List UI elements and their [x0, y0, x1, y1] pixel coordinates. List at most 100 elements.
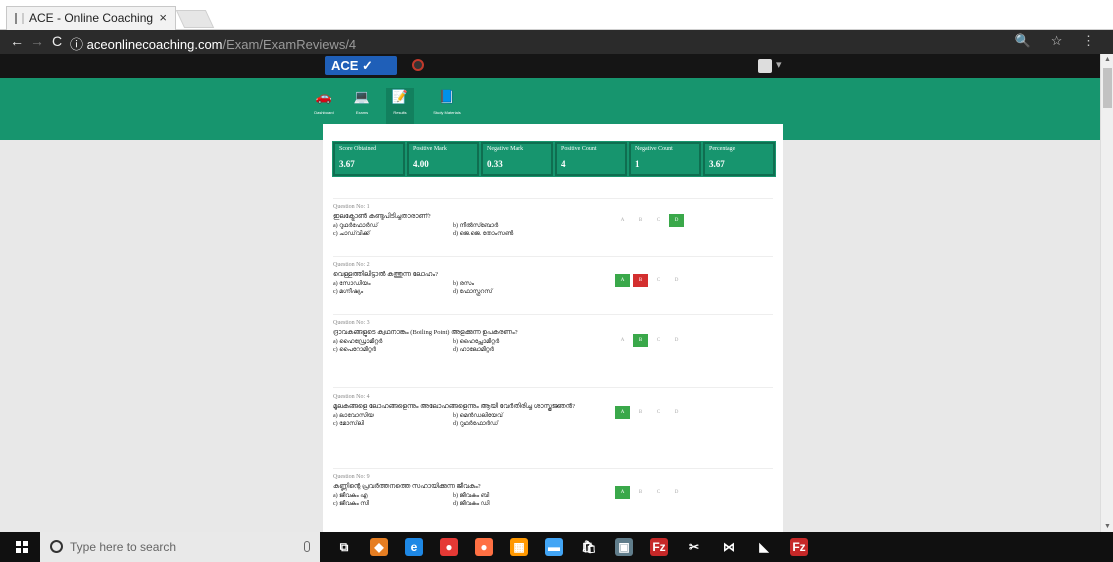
question-number: Question No: 2: [333, 262, 370, 268]
answer-choice-a[interactable]: A: [615, 334, 630, 347]
score-summary: Score Obtained 3.67 Positive Mark 4.00 Negat…: [332, 141, 776, 177]
explorer-icon[interactable]: ▬: [545, 538, 563, 556]
option-text: b) രസം: [453, 281, 475, 287]
answer-choice-b[interactable]: B: [633, 274, 648, 287]
answer-choices: ABCD: [615, 334, 684, 347]
stat-box: Negative Mark 0.33: [480, 141, 554, 177]
stat-value: 3.67: [709, 159, 725, 169]
windows-start-icon[interactable]: [16, 541, 28, 553]
option-text: c) മോസ്‌ലി: [333, 421, 364, 427]
taskbar-search[interactable]: Type here to search: [40, 532, 320, 562]
answer-choice-c[interactable]: C: [651, 486, 666, 499]
question-number: Question No: 9: [333, 474, 370, 480]
monitor-icon[interactable]: ▣: [615, 538, 633, 556]
page-scrollbar[interactable]: ▲ ▼: [1100, 54, 1113, 532]
forward-icon[interactable]: →: [30, 33, 44, 49]
question-number: Question No: 3: [333, 320, 370, 326]
option-text: d) ഹാലോമീറ്റർ: [453, 347, 494, 353]
option-text: b) ഹൈപ്സോമീറ്റർ: [453, 339, 500, 345]
option-text: d) റുഥർഫോർഡ്: [453, 421, 499, 427]
scroll-thumb[interactable]: [1103, 68, 1112, 108]
answer-choice-a[interactable]: A: [615, 406, 630, 419]
filezilla-icon[interactable]: Fz: [650, 538, 668, 556]
edge-icon[interactable]: e: [405, 538, 423, 556]
option-text: a) റുഥർഫോർഡ്: [333, 223, 378, 229]
task-view-icon[interactable]: ⧉: [335, 538, 353, 556]
answer-choice-b[interactable]: B: [633, 486, 648, 499]
laptop-icon: 💻: [353, 89, 371, 104]
answer-choice-c[interactable]: C: [651, 334, 666, 347]
menu-item-label: Results: [393, 110, 407, 115]
store-icon[interactable]: 🛍: [580, 538, 598, 556]
search-placeholder: Type here to search: [70, 540, 177, 554]
book-icon: 📘: [438, 89, 456, 104]
stat-value: 4: [561, 159, 566, 169]
answer-choice-b[interactable]: B: [633, 334, 648, 347]
option-text: d) ജെ.ജെ. തോംസൺ: [453, 231, 514, 237]
question-text: ദ്രാവകങ്ങളുടെ ക്വഥനാങ്കം (Boiling Point)…: [333, 329, 518, 336]
chrome-icon[interactable]: ●: [440, 538, 458, 556]
ace-logo[interactable]: ACE ✓: [325, 56, 397, 75]
answer-choice-c[interactable]: C: [651, 214, 666, 227]
answer-choice-a[interactable]: A: [615, 486, 630, 499]
option-text: c) പൈറോമീറ്റർ: [333, 347, 376, 353]
question-text: മൂലകങ്ങളെ ലോഹങ്ങളെന്നും അലോഹങ്ങളെന്നും ആ…: [333, 403, 575, 410]
scroll-up-icon[interactable]: ▲: [1104, 56, 1111, 63]
question-number: Question No: 1: [333, 204, 370, 210]
answer-choice-b[interactable]: B: [633, 214, 648, 227]
tab-close-icon[interactable]: ×: [159, 10, 167, 25]
option-text: b) മെൻഡലിയേവ്: [453, 413, 503, 419]
answer-choice-a[interactable]: A: [615, 214, 630, 227]
answer-choice-d[interactable]: D: [669, 406, 684, 419]
notification-icon[interactable]: [412, 59, 424, 71]
option-text: a) ജീവകം എ: [333, 493, 368, 499]
app-orange-icon[interactable]: ◆: [370, 538, 388, 556]
question-options: a) സോഡിയം b) രസം c) മഗ്നീഷ്യം d) ഫോസ്ഫറസ്: [333, 280, 773, 296]
vs-code-icon[interactable]: ⋈: [720, 538, 738, 556]
back-icon[interactable]: ←: [10, 33, 24, 49]
answer-choice-b[interactable]: B: [633, 406, 648, 419]
browser-toolbar: ← → C ⓘ aceonlinecoaching.com/Exam/ExamR…: [0, 30, 1113, 54]
question-text: കണ്ണിന്റെ പ്രവർത്തനത്തെ സഹായിക്കുന്ന ജീവ…: [333, 483, 481, 490]
option-text: b) നീൽസ്ബോർ: [453, 223, 499, 229]
toolbar-right-icons[interactable]: 🔍 ☆ ⋮: [1015, 33, 1103, 49]
stat-label: Positive Mark: [413, 146, 447, 152]
option-text: c) ചാഡ്‌വിക്ക്: [333, 231, 370, 237]
visual-studio-icon[interactable]: ◣: [755, 538, 773, 556]
answer-choice-a[interactable]: A: [615, 274, 630, 287]
question-separator: [333, 198, 773, 199]
answer-choice-d[interactable]: D: [669, 486, 684, 499]
stat-box: Positive Count 4: [554, 141, 628, 177]
user-avatar-icon[interactable]: [758, 59, 772, 73]
new-tab-button[interactable]: [175, 10, 215, 28]
question-separator: [333, 256, 773, 257]
question-block: Question No: 1 ഇലക്ട്രോൺ കണ്ടുപിടിച്ചതാരാ…: [333, 204, 773, 238]
scroll-down-icon[interactable]: ▼: [1104, 523, 1111, 530]
browser-tabstrip: ACE - Online Coaching ×: [0, 0, 1113, 30]
question-block: Question No: 9 കണ്ണിന്റെ പ്രവർത്തനത്തെ സഹ…: [333, 474, 773, 508]
stat-label: Percentage: [709, 146, 736, 152]
windows-taskbar: Type here to search ⧉ ◆ e ● ● ▦ ▬ 🛍 ▣ Fz ✂ ⋈ ◣ Fz: [0, 532, 1113, 562]
paint-icon[interactable]: ▦: [510, 538, 528, 556]
exam-review-panel: Score Obtained 3.67 Positive Mark 4.00 Negat…: [323, 124, 783, 532]
answer-choice-d[interactable]: D: [669, 334, 684, 347]
reload-icon[interactable]: C: [52, 33, 62, 49]
answer-choice-d[interactable]: D: [669, 214, 684, 227]
url-host: aceonlinecoaching.com: [86, 37, 223, 52]
answer-choice-d[interactable]: D: [669, 274, 684, 287]
answer-choice-c[interactable]: C: [651, 406, 666, 419]
stat-label: Positive Count: [561, 146, 597, 152]
answer-choice-c[interactable]: C: [651, 274, 666, 287]
address-bar[interactable]: ⓘ aceonlinecoaching.com/Exam/ExamReviews…: [70, 34, 356, 53]
question-options: a) ഹൈഡ്രോമീറ്റർ b) ഹൈപ്സോമീറ്റർ c) പൈറോമീറ…: [333, 338, 773, 354]
filezilla2-icon[interactable]: Fz: [790, 538, 808, 556]
snipping-icon[interactable]: ✂: [685, 538, 703, 556]
user-menu-caret-icon[interactable]: ▾: [776, 58, 782, 71]
firefox-icon[interactable]: ●: [475, 538, 493, 556]
stat-label: Negative Count: [635, 146, 673, 152]
info-icon[interactable]: ⓘ: [70, 37, 83, 52]
browser-tab[interactable]: ACE - Online Coaching ×: [6, 6, 176, 30]
option-text: a) ലാവോസിയ: [333, 413, 374, 419]
stat-box: Percentage 3.67: [702, 141, 776, 177]
microphone-icon[interactable]: [304, 541, 310, 552]
